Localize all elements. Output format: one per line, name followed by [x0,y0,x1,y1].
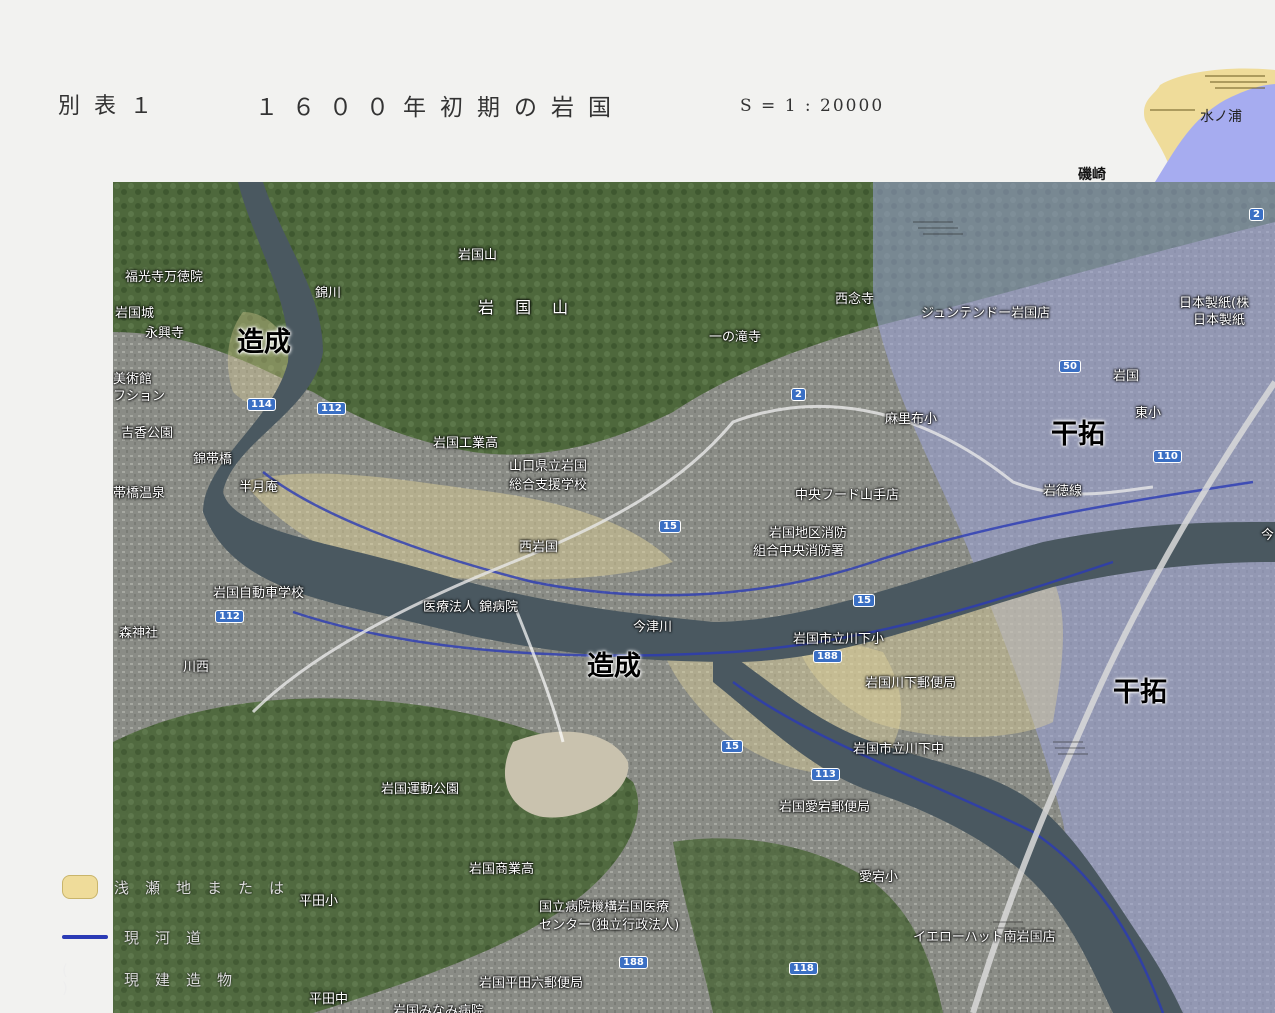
road-shield: 188 [619,956,648,969]
road-shield: 188 [813,650,842,663]
map-label: 今 [1261,528,1275,543]
map-label: 国立病院機構岩国医療 [539,900,670,915]
map-label: イエローハット南岩国店 [913,930,1056,945]
map-label: 一の滝寺 [709,330,762,345]
map-label: 岩国平田六郵便局 [479,976,584,991]
kantaku-label-north: 干拓 [1051,419,1105,450]
legend-text: 現河道 [124,928,218,947]
map-label: 岩国川下郵便局 [865,676,957,691]
map-label: 愛宕小 [859,870,899,885]
legend-swatch-blue [62,935,108,939]
road-shield: 15 [853,594,875,607]
road-shield: 50 [1059,360,1081,373]
map-label: 平田小 [299,894,339,909]
map-label: 岩国工業高 [433,436,499,451]
zosei-label-north: 造成 [237,327,291,358]
road-shield: 15 [659,520,681,533]
map-label: 山口県立岩国 [509,459,588,474]
map-label: 森神社 [119,626,159,641]
map-label: 岩国城 [115,306,155,321]
legend-text: 現建造物 [124,970,249,989]
map-label: 中央フード山手店 [795,488,900,503]
road-shield: 2 [1249,208,1264,221]
inset-label-land: 磯崎 [1078,167,1106,183]
map-label: 福光寺万徳院 [125,270,204,285]
legend-river: 現河道 [62,926,217,948]
map-label: 岩国自動車学校 [213,586,305,601]
inset-label-sea: 水ノ浦 [1200,109,1242,125]
map-label: 岩国商業高 [469,862,535,877]
map-label: 錦帯橋 [193,452,233,467]
map-label: 麻里布小 [885,412,938,427]
map-label: 錦川 [315,286,342,301]
map-label: 岩国愛宕郵便局 [779,800,871,815]
road-shield: 110 [1153,450,1182,463]
road-shield: 15 [721,740,743,753]
road-shield: 114 [247,398,276,411]
map-label: 永興寺 [145,326,185,341]
road-shield: 2 [791,388,806,401]
map-label: フション [113,389,166,404]
map-label: 吉香公園 [121,426,174,441]
map-label: 岩国市立川下中 [853,742,945,757]
road-shield: 113 [811,768,840,781]
map-header: 別表１ １６００年初期の岩国 S = 1 : 20000 水ノ浦 磯崎 [0,0,1275,183]
map-label: 組合中央消防署 [753,544,845,559]
map-label: 医療法人 錦病院 [423,600,519,615]
map-label: 岩徳線 [1043,484,1083,499]
legend-building: ( ) 現建造物 [62,961,249,997]
map-title: １６００年初期の岩国 [255,95,625,121]
map-label: 日本製紙 [1193,313,1246,328]
kantaku-label-south: 干拓 [1113,677,1167,708]
legend-landfill: 浅瀬地または [62,875,301,899]
table-label: 別表１ [58,94,167,119]
legend-swatch-yellow [62,875,98,899]
road-shield: 112 [317,402,346,415]
map-label: 岩国みなみ病院 [393,1004,485,1013]
inset-coast-map [1143,68,1275,182]
map-label: 西岩国 [519,540,559,555]
map-label: 東小 [1135,406,1162,421]
map-label: 川西 [183,660,210,675]
map-label: 岩国市立川下小 [793,632,885,647]
map-label: 岩 国 山 [478,298,577,317]
map-label: 岩国山 [458,248,498,263]
map-label: センター(独立行政法人) [539,918,680,933]
map-label: 半月庵 [239,480,279,495]
road-shield: 118 [789,962,818,975]
map-label: 今津川 [633,620,673,635]
map-label: 平田中 [309,992,349,1007]
scale-label: S = 1 : 20000 [740,96,885,116]
map-label: 西念寺 [835,292,875,307]
zosei-label-south: 造成 [587,651,641,682]
map-label: 帯橋温泉 [113,486,166,501]
map-label: ジュンテンドー岩国店 [921,306,1051,321]
legend-text: 浅瀬地または [114,878,301,897]
road-shield: 112 [215,610,244,623]
map-label: 総合支援学校 [509,478,588,493]
legend-swatch-paren: ( ) [62,961,86,997]
map-label: 岩国地区消防 [769,526,848,541]
map-label: 岩国運動公園 [381,782,460,797]
map-label: 岩国 [1113,369,1140,384]
